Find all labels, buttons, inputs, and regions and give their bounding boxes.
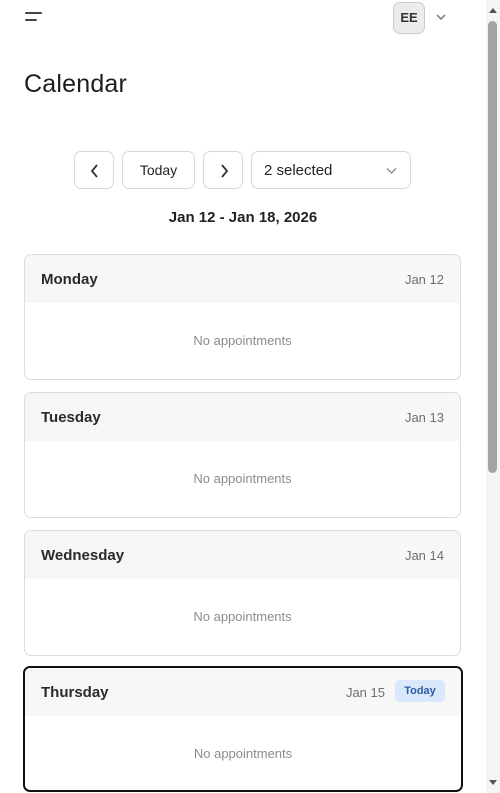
chevron-left-icon	[90, 164, 98, 178]
day-date: Jan 12	[404, 272, 444, 287]
scroll-up-arrow-icon[interactable]	[489, 8, 497, 13]
chevron-down-icon	[386, 168, 397, 174]
empty-state-text: No appointments	[193, 609, 292, 624]
empty-state-text: No appointments	[193, 746, 293, 761]
day-card-tuesday: Tuesday Jan 13 No appointments	[24, 392, 461, 518]
next-week-button[interactable]	[203, 151, 243, 189]
day-date: Jan 14	[404, 548, 444, 563]
empty-state-text: No appointments	[193, 333, 292, 348]
day-header: Thursday Jan 15 Today	[25, 668, 461, 716]
day-name: Tuesday	[41, 409, 101, 426]
week-date-range: Jan 12 - Jan 18, 2026	[168, 209, 318, 226]
day-date: Jan 13	[404, 410, 444, 425]
previous-week-button[interactable]	[74, 151, 114, 189]
day-card-monday: Monday Jan 12 No appointments	[24, 254, 461, 380]
day-name: Thursday	[41, 684, 109, 701]
day-date: Jan 15	[345, 685, 385, 700]
page-title: Calendar	[24, 70, 128, 98]
day-name: Wednesday	[41, 547, 125, 564]
empty-state-text: No appointments	[193, 471, 292, 486]
day-name: Monday	[41, 271, 98, 288]
selection-value: 2 selected	[264, 162, 333, 179]
today-button[interactable]: Today	[122, 151, 195, 189]
chevron-right-icon	[221, 164, 229, 178]
scrollbar-thumb[interactable]	[488, 21, 497, 473]
user-avatar[interactable]: EE	[393, 2, 425, 34]
day-header: Tuesday Jan 13	[25, 393, 460, 441]
chevron-down-icon[interactable]	[436, 13, 446, 21]
day-card-wednesday: Wednesday Jan 14 No appointments	[24, 530, 461, 656]
vertical-scrollbar[interactable]	[486, 0, 500, 793]
hamburger-menu-icon[interactable]	[25, 11, 42, 25]
day-header: Monday Jan 12	[25, 255, 460, 303]
day-header: Wednesday Jan 14	[25, 531, 460, 579]
calendar-selection-dropdown[interactable]: 2 selected	[251, 151, 411, 189]
day-card-thursday: Thursday Jan 15 Today No appointments	[23, 666, 463, 792]
top-bar: EE	[0, 0, 486, 36]
scroll-down-arrow-icon[interactable]	[489, 780, 497, 785]
today-badge: Today	[395, 680, 445, 702]
